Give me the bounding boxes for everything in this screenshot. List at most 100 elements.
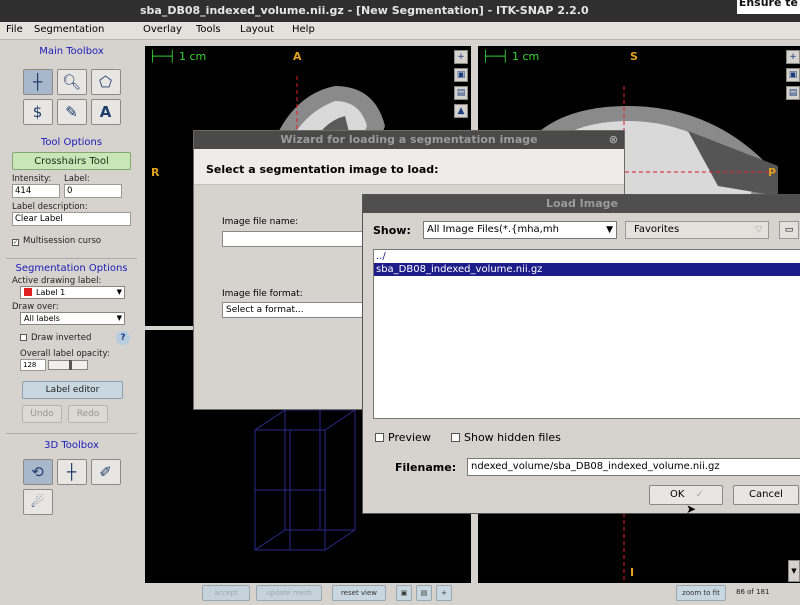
toolbox-divider xyxy=(6,258,137,259)
opacity-slider[interactable] xyxy=(48,360,88,370)
paintbrush-icon: ✎ xyxy=(65,103,78,121)
menu-tools[interactable]: Tools xyxy=(196,24,221,35)
camera-icon: ▣ xyxy=(788,70,798,80)
wizard-heading: Select a segmentation image to load: xyxy=(194,149,624,185)
show-hidden-check-icon xyxy=(451,433,460,442)
crosshairs-icon: ┼ xyxy=(32,73,43,91)
show-hidden-label: Show hidden files xyxy=(464,431,561,444)
axial-side-buttons: + ▣ ▤ ▲ xyxy=(454,50,472,122)
filename-field[interactable]: ndexed_volume/sba_DB08_indexed_volume.ni… xyxy=(467,458,800,476)
draw-inverted-check-icon xyxy=(20,334,27,341)
favorites-label: Favorites xyxy=(634,224,680,235)
opacity-slider-handle[interactable] xyxy=(69,360,72,370)
label-caption: Label: xyxy=(64,174,90,184)
annotation-tool-button[interactable]: A xyxy=(90,99,121,125)
label-value-field[interactable]: 0 xyxy=(64,184,122,198)
menu-help[interactable]: Help xyxy=(292,24,315,35)
checkmark-icon: ✓ xyxy=(695,489,705,500)
expand-view-button[interactable]: + xyxy=(454,50,468,64)
sagittal-side-buttons: + ▣ ▤ xyxy=(786,50,800,104)
draw-over-value: All labels xyxy=(24,314,60,323)
crosshairs-tool-button[interactable]: ┼ xyxy=(22,69,53,95)
preview-label: Preview xyxy=(388,431,431,444)
layout-button[interactable]: ▤ xyxy=(454,86,468,100)
draw-inverted-checkbox[interactable]: Draw inverted ? xyxy=(20,331,131,345)
scroll-icon: ▲ xyxy=(457,106,465,116)
layout-button[interactable]: ▤ xyxy=(786,86,800,100)
file-list[interactable]: ../ sba_DB08_indexed_volume.nii.gz xyxy=(373,249,800,419)
active-label-select[interactable]: Label 1 ▼ xyxy=(20,286,125,299)
main-tool-grid: ┼ 🔍︎ ⬠ $ ✎ A xyxy=(6,69,137,125)
label-editor-button[interactable]: Label editor xyxy=(22,381,123,399)
orientation-bottom: I xyxy=(630,566,635,579)
reset-view-button[interactable]: reset view xyxy=(332,585,386,601)
plus-icon: + xyxy=(441,589,447,597)
spray-3d-button[interactable]: ☄ xyxy=(22,489,53,515)
label1-swatch xyxy=(24,288,32,296)
draw-inverted-label: Draw inverted xyxy=(31,333,92,343)
sagittal-scrollbar[interactable]: ▼ xyxy=(788,560,800,582)
favorites-button[interactable]: Favorites ▽ xyxy=(625,221,769,239)
snake-tool-button[interactable]: $ xyxy=(22,99,53,125)
show-label: Show: xyxy=(373,224,411,237)
undo-button[interactable]: Undo xyxy=(22,405,62,423)
menu-file[interactable]: File xyxy=(6,24,23,35)
zoom-to-fit-button[interactable]: zoom to fit xyxy=(676,585,726,601)
segmentation-options-header: Segmentation Options xyxy=(15,263,128,274)
folder-icon: ▭ xyxy=(784,225,794,235)
menu-layout[interactable]: Layout xyxy=(240,24,274,35)
image-file-name-field[interactable] xyxy=(222,231,372,247)
polygon-tool-button[interactable]: ⬠ xyxy=(90,69,121,95)
crosshairs-tool-label[interactable]: Crosshairs Tool xyxy=(12,152,131,170)
help-icon[interactable]: ? xyxy=(116,331,130,345)
label-description-caption: Label description: xyxy=(12,202,88,212)
file-item-selected[interactable]: sba_DB08_indexed_volume.nii.gz xyxy=(374,263,800,276)
expand-3d-button[interactable]: + xyxy=(436,585,452,601)
image-file-format-label: Image file format: xyxy=(222,289,303,299)
menu-overlay[interactable]: Overlay xyxy=(143,24,182,35)
scroll-up-button[interactable]: ▲ xyxy=(454,104,468,118)
expand-view-button[interactable]: + xyxy=(786,50,800,64)
label-description-field[interactable]: Clear Label xyxy=(12,212,131,226)
zoom-tool-button[interactable]: 🔍︎ xyxy=(56,69,87,95)
file-filter-select[interactable]: All Image Files(*.{mha,mh ▼ xyxy=(423,221,617,239)
window-titlebar: sba_DB08_indexed_volume.nii.gz - [New Se… xyxy=(0,0,800,22)
layout-3d-button[interactable]: ▤ xyxy=(416,585,432,601)
preview-checkbox[interactable]: Preview xyxy=(375,431,431,444)
chevron-down-icon: ▼ xyxy=(116,314,122,322)
multisession-checkbox[interactable]: ✓ Multisession curso xyxy=(12,236,131,246)
corner-text: Ensure te xyxy=(736,0,800,14)
scalpel-3d-button[interactable]: ✐ xyxy=(90,459,121,485)
orientation-left: R xyxy=(151,166,160,179)
new-folder-button[interactable]: ▭ xyxy=(779,221,799,239)
menubar: File Segmentation Overlay Tools Layout H… xyxy=(0,22,800,40)
snapshot-button[interactable]: ▣ xyxy=(454,68,468,82)
opacity-value-field[interactable]: 128 xyxy=(20,359,46,371)
ok-label: OK xyxy=(670,489,685,500)
close-icon[interactable]: ⊗ xyxy=(609,133,618,146)
paintbrush-tool-button[interactable]: ✎ xyxy=(56,99,87,125)
3d-tool-grid: ⟲ ┼ ✐ ☄ xyxy=(6,459,137,515)
accept-button[interactable]: accept xyxy=(202,585,250,601)
snapshot-button[interactable]: ▣ xyxy=(786,68,800,82)
menu-segmentation[interactable]: Segmentation xyxy=(34,24,104,35)
rotate-3d-button[interactable]: ⟲ xyxy=(22,459,53,485)
update-mesh-button[interactable]: update mesh xyxy=(256,585,322,601)
toolbox-divider xyxy=(6,433,137,434)
image-file-format-select[interactable]: Select a format... xyxy=(222,302,372,318)
snapshot-3d-button[interactable]: ▣ xyxy=(396,585,412,601)
scale-label: 1 cm xyxy=(512,50,540,63)
draw-over-select[interactable]: All labels ▼ xyxy=(20,312,125,325)
show-hidden-checkbox[interactable]: Show hidden files xyxy=(451,431,561,444)
zoom-icon: 🔍︎ xyxy=(61,73,82,91)
slice-counter: 86 of 181 xyxy=(736,588,770,596)
load-image-dialog: Load Image Show: All Image Files(*.{mha,… xyxy=(362,194,800,514)
cancel-button[interactable]: Cancel xyxy=(733,485,799,505)
intensity-value-field[interactable]: 414 xyxy=(12,184,60,198)
chevron-down-icon: ▼ xyxy=(606,225,613,235)
layout-icon: ▤ xyxy=(788,88,798,98)
redo-button[interactable]: Redo xyxy=(68,405,108,423)
file-item-parent[interactable]: ../ xyxy=(374,250,800,263)
tool-options-header: Tool Options xyxy=(40,137,103,148)
crosshairs-3d-button[interactable]: ┼ xyxy=(56,459,87,485)
